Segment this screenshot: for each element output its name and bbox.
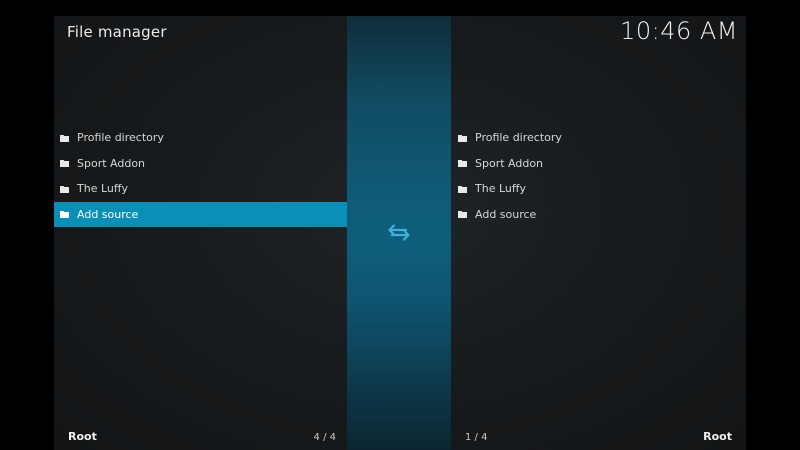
list-item-label: Profile directory — [77, 131, 164, 145]
list-item-label: Sport Addon — [77, 156, 146, 170]
list-item-label: Sport Addon — [475, 156, 544, 170]
folder-icon — [458, 159, 467, 168]
list-item-the-luffy[interactable]: The Luffy — [54, 176, 347, 202]
right-footer-path: Root — [703, 430, 732, 443]
list-item-label: Add source — [475, 207, 537, 221]
list-item-profile-directory[interactable]: Profile directory — [451, 125, 746, 151]
list-item-add-source[interactable]: Add source — [451, 202, 746, 228]
list-item-label: The Luffy — [77, 182, 128, 196]
list-item-add-source[interactable]: Add source — [54, 201, 347, 227]
left-pane: Profile directory Sport Addon The Luffy … — [54, 16, 347, 450]
right-file-list: Profile directory Sport Addon The Luffy … — [451, 125, 746, 227]
list-item-sport-addon[interactable]: Sport Addon — [451, 151, 746, 177]
folder-icon — [458, 185, 467, 193]
list-item-label: Add source — [77, 207, 139, 221]
left-footer-count: 4 / 4 — [313, 432, 336, 443]
list-item-label: Profile directory — [475, 131, 562, 145]
swap-arrows-icon[interactable] — [387, 222, 411, 242]
list-item-profile-directory[interactable]: Profile directory — [54, 125, 347, 151]
folder-icon — [60, 185, 69, 193]
left-file-list: Profile directory Sport Addon The Luffy … — [54, 125, 347, 227]
folder-icon — [60, 159, 69, 168]
folder-icon — [458, 134, 467, 142]
folder-icon — [458, 210, 467, 219]
list-item-the-luffy[interactable]: The Luffy — [451, 176, 746, 202]
folder-icon — [60, 210, 69, 219]
list-item-label: The Luffy — [475, 182, 526, 196]
right-footer-count: 1 / 4 — [465, 432, 488, 443]
left-footer-path: Root — [68, 430, 97, 443]
file-manager-window: File manager 10:46 AM Profile directory … — [54, 16, 746, 450]
folder-icon — [60, 134, 69, 142]
list-item-sport-addon[interactable]: Sport Addon — [54, 151, 347, 177]
pane-divider — [347, 16, 451, 450]
right-pane: Profile directory Sport Addon The Luffy … — [451, 16, 746, 450]
